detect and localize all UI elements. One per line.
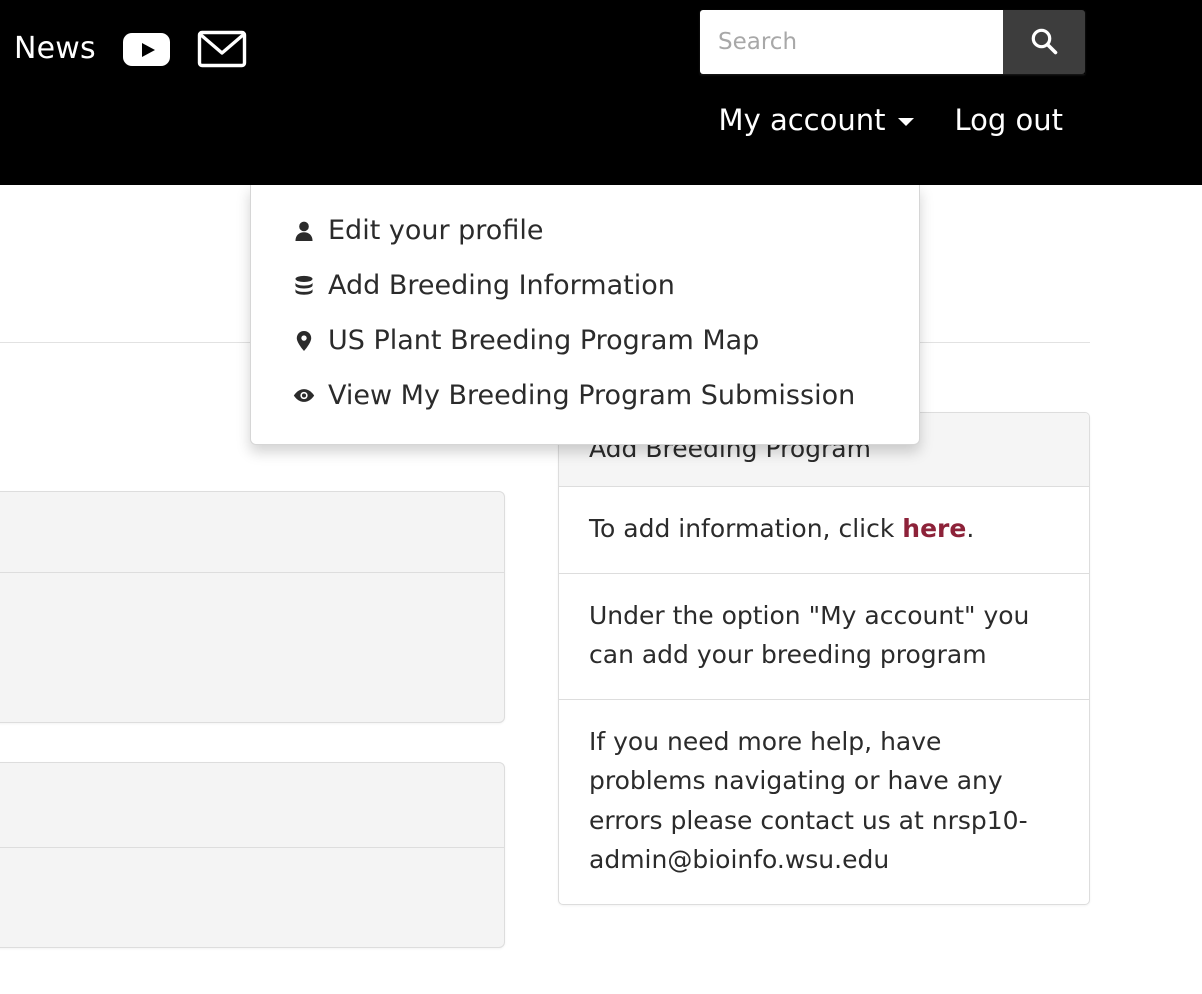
left-panel-upper-header bbox=[0, 492, 504, 573]
search-input[interactable] bbox=[700, 10, 1003, 74]
logout-link[interactable]: Log out bbox=[954, 103, 1063, 137]
search-icon bbox=[1029, 26, 1059, 59]
search-form bbox=[700, 10, 1085, 74]
news-link[interactable]: News bbox=[14, 34, 96, 64]
site-header: News My accou bbox=[0, 0, 1202, 185]
chevron-down-icon bbox=[898, 118, 915, 126]
account-dropdown-menu: Edit your profile Add Breeding Informati… bbox=[250, 185, 920, 445]
panel-row-help-contact: If you need more help, have problems nav… bbox=[589, 726, 1028, 875]
menu-item-label: Add Breeding Information bbox=[328, 270, 675, 302]
map-pin-icon bbox=[293, 330, 315, 352]
left-panel-lower bbox=[0, 762, 505, 948]
envelope-icon[interactable] bbox=[197, 30, 247, 68]
here-link[interactable]: here bbox=[902, 514, 966, 543]
add-information-text-prefix: To add information, click bbox=[589, 514, 903, 543]
add-breeding-program-panel: Add Breeding Program To add information,… bbox=[558, 412, 1090, 905]
panel-row-my-account-hint: Under the option "My account" you can ad… bbox=[559, 574, 1089, 700]
account-row: My account Log out bbox=[719, 103, 1063, 137]
menu-item-view-my-breeding-program-submission[interactable]: View My Breeding Program Submission bbox=[251, 368, 919, 423]
menu-item-label: View My Breeding Program Submission bbox=[328, 380, 856, 412]
database-icon bbox=[293, 275, 315, 297]
left-panel-lower-body bbox=[0, 848, 504, 947]
menu-item-add-breeding-information[interactable]: Add Breeding Information bbox=[251, 258, 919, 313]
search-button[interactable] bbox=[1003, 10, 1085, 74]
eye-icon bbox=[293, 387, 315, 404]
left-panel-lower-header bbox=[0, 763, 504, 848]
menu-item-label: US Plant Breeding Program Map bbox=[328, 325, 760, 357]
my-account-label: My account bbox=[718, 103, 886, 137]
my-account-menu-button[interactable]: My account bbox=[719, 103, 915, 137]
menu-item-us-plant-breeding-program-map[interactable]: US Plant Breeding Program Map bbox=[251, 313, 919, 368]
header-brand-row: News bbox=[14, 30, 247, 68]
page-root: News My accou bbox=[0, 0, 1202, 994]
youtube-icon[interactable] bbox=[122, 32, 170, 66]
left-panel-upper-body bbox=[0, 573, 504, 723]
menu-item-edit-your-profile[interactable]: Edit your profile bbox=[251, 203, 919, 258]
left-panel-upper bbox=[0, 491, 505, 723]
add-information-text-suffix: . bbox=[966, 514, 975, 543]
panel-row-add-information: To add information, click here. bbox=[559, 487, 1089, 574]
user-icon bbox=[293, 220, 315, 242]
menu-item-label: Edit your profile bbox=[328, 215, 544, 246]
